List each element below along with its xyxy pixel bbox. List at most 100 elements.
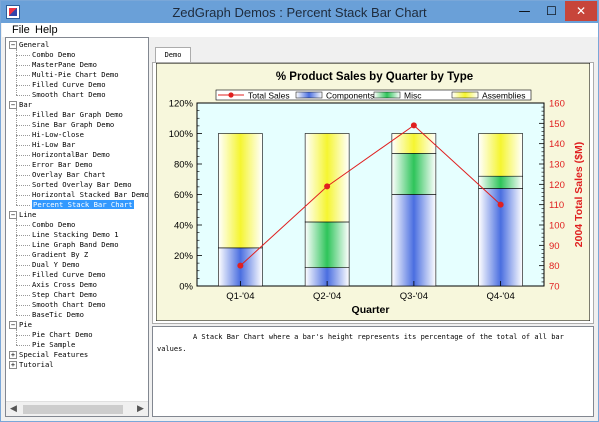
tree-label: Sorted Overlay Bar Demo bbox=[32, 180, 132, 189]
tree-item[interactable]: HorizontalBar Demo bbox=[6, 150, 110, 160]
tree-item[interactable]: Line Graph Band Demo bbox=[6, 240, 119, 250]
y2-tick-label: 100 bbox=[549, 221, 565, 232]
chart-title: % Product Sales by Quarter by Type bbox=[276, 71, 473, 83]
tree-group[interactable]: − Bar bbox=[9, 100, 32, 110]
window-title: ZedGraph Demos : Percent Stack Bar Chart bbox=[172, 5, 427, 20]
tree-item-selected[interactable]: Percent Stack Bar Chart bbox=[6, 200, 134, 210]
tree-item[interactable]: Filled Curve Demo bbox=[6, 80, 106, 90]
tree-item[interactable]: Filled Curve Demo bbox=[6, 270, 106, 280]
close-button[interactable]: ✕ bbox=[565, 1, 597, 21]
y-tick-label: 100% bbox=[169, 129, 194, 140]
y2-tick-label: 150 bbox=[549, 119, 565, 130]
tree-item[interactable]: Error Bar Demo bbox=[6, 160, 93, 170]
tree-label: Filled Curve Demo bbox=[32, 270, 106, 279]
y2-axis-label: 2004 Total Sales ($M) bbox=[573, 142, 585, 247]
tree-label: Bar bbox=[19, 100, 32, 109]
tree-horizontal-scrollbar[interactable]: ◀ ▶ bbox=[6, 401, 148, 416]
tree-item[interactable]: Pie Chart Demo bbox=[6, 330, 93, 340]
title-bar[interactable]: ZedGraph Demos : Percent Stack Bar Chart… bbox=[1, 1, 598, 23]
y2-tick-label: 90 bbox=[549, 241, 560, 252]
total-sales-point bbox=[410, 122, 417, 129]
tree-label: Overlay Bar Chart bbox=[32, 170, 106, 179]
minimize-button[interactable]: — bbox=[511, 1, 538, 21]
tree-label: Smooth Chart Demo bbox=[32, 300, 106, 309]
tree-item[interactable]: Smooth Chart Demo bbox=[6, 300, 106, 310]
tree-group[interactable]: + Special Features bbox=[9, 350, 88, 360]
tree-label: Combo Demo bbox=[32, 50, 76, 59]
tree-label: Line Stacking Demo 1 bbox=[32, 230, 119, 239]
tree-item[interactable]: Line Stacking Demo 1 bbox=[6, 230, 119, 240]
tree-label: HorizontalBar Demo bbox=[32, 150, 110, 159]
tree-label: Line bbox=[19, 210, 37, 219]
tree-item[interactable]: Filled Bar Graph Demo bbox=[6, 110, 123, 120]
y-tick-label: 80% bbox=[174, 160, 194, 171]
chart: % Product Sales by Quarter by Type Total … bbox=[156, 63, 590, 321]
expand-icon[interactable]: + bbox=[9, 351, 17, 359]
scroll-right-icon[interactable]: ▶ bbox=[133, 402, 148, 416]
scroll-left-icon[interactable]: ◀ bbox=[6, 402, 21, 416]
legend-label: Assemblies bbox=[482, 91, 525, 101]
tree-label: Filled Bar Graph Demo bbox=[32, 110, 123, 119]
collapse-icon[interactable]: − bbox=[9, 321, 17, 329]
tree-group[interactable]: − Line bbox=[9, 210, 36, 220]
tree-label: Error Bar Demo bbox=[32, 160, 93, 169]
bar-segment bbox=[478, 133, 523, 177]
y-tick-label: 40% bbox=[174, 221, 194, 232]
y2-tick-label: 70 bbox=[549, 282, 560, 293]
tree-label: Axis Cross Demo bbox=[32, 280, 97, 289]
tree-label: Tutorial bbox=[19, 360, 54, 369]
menu-help[interactable]: Help bbox=[35, 23, 58, 37]
tree-item[interactable]: Smooth Chart Demo bbox=[6, 90, 106, 100]
tree-item[interactable]: Sine Bar Graph Demo bbox=[6, 120, 114, 130]
collapse-icon[interactable]: − bbox=[9, 101, 17, 109]
bar-segment bbox=[391, 194, 437, 287]
tree-item[interactable]: Sorted Overlay Bar Demo bbox=[6, 180, 132, 190]
demo-tree[interactable]: − General Combo Demo MasterPane Demo Multi-P… bbox=[5, 37, 149, 417]
tree-item[interactable]: Hi-Low-Close bbox=[6, 130, 84, 140]
maximize-button[interactable]: ☐ bbox=[538, 1, 565, 21]
x-tick-label: Q4-'04 bbox=[487, 291, 515, 302]
tree-label: Percent Stack Bar Chart bbox=[32, 200, 134, 209]
tree-item[interactable]: BaseTic Demo bbox=[6, 310, 84, 320]
tree-connector bbox=[16, 109, 17, 205]
total-sales-point bbox=[497, 201, 504, 208]
tree-item[interactable]: Axis Cross Demo bbox=[6, 280, 97, 290]
tree-item[interactable]: MasterPane Demo bbox=[6, 60, 97, 70]
tree-label: General bbox=[19, 40, 50, 49]
tree-item[interactable]: Multi-Pie Chart Demo bbox=[6, 70, 119, 80]
tree-item[interactable]: Horizontal Stacked Bar Demo bbox=[6, 190, 148, 200]
tab-demo[interactable]: Demo bbox=[155, 47, 191, 63]
tree-item[interactable]: Overlay Bar Chart bbox=[6, 170, 106, 180]
collapse-icon[interactable]: − bbox=[9, 41, 17, 49]
tree-connector bbox=[16, 219, 17, 315]
legend-label: Total Sales bbox=[248, 91, 290, 101]
legend-swatch bbox=[373, 91, 401, 99]
tree-label: Horizontal Stacked Bar Demo bbox=[32, 190, 148, 199]
legend-marker-total-sales bbox=[228, 92, 234, 98]
tree-group[interactable]: + Tutorial bbox=[9, 360, 54, 370]
tree-item[interactable]: Step Chart Demo bbox=[6, 290, 97, 300]
tree-item[interactable]: Gradient By Z bbox=[6, 250, 88, 260]
total-sales-point bbox=[324, 183, 331, 190]
legend-label: Components bbox=[326, 91, 374, 101]
tree-label: Step Chart Demo bbox=[32, 290, 97, 299]
description-text: A Stack Bar Chart where a bar's height r… bbox=[152, 326, 594, 417]
tree-item[interactable]: Dual Y Demo bbox=[6, 260, 80, 270]
y2-tick-label: 130 bbox=[549, 160, 565, 171]
tree-label: Pie Chart Demo bbox=[32, 330, 93, 339]
bar-segment bbox=[304, 221, 350, 268]
tree-label: Combo Demo bbox=[32, 220, 76, 229]
y-tick-label: 20% bbox=[174, 251, 194, 262]
legend-swatch bbox=[451, 91, 479, 99]
tree-group[interactable]: − Pie bbox=[9, 320, 32, 330]
y2-tick-label: 80 bbox=[549, 261, 560, 272]
menu-file[interactable]: File bbox=[12, 23, 30, 37]
tree-label: Pie Sample bbox=[32, 340, 76, 349]
collapse-icon[interactable]: − bbox=[9, 211, 17, 219]
y-tick-label: 120% bbox=[169, 99, 194, 110]
tree-label: BaseTic Demo bbox=[32, 310, 84, 319]
scroll-thumb[interactable] bbox=[23, 405, 123, 414]
x-axis-label: Quarter bbox=[352, 304, 390, 316]
y-tick-label: 60% bbox=[174, 190, 194, 201]
expand-icon[interactable]: + bbox=[9, 361, 17, 369]
